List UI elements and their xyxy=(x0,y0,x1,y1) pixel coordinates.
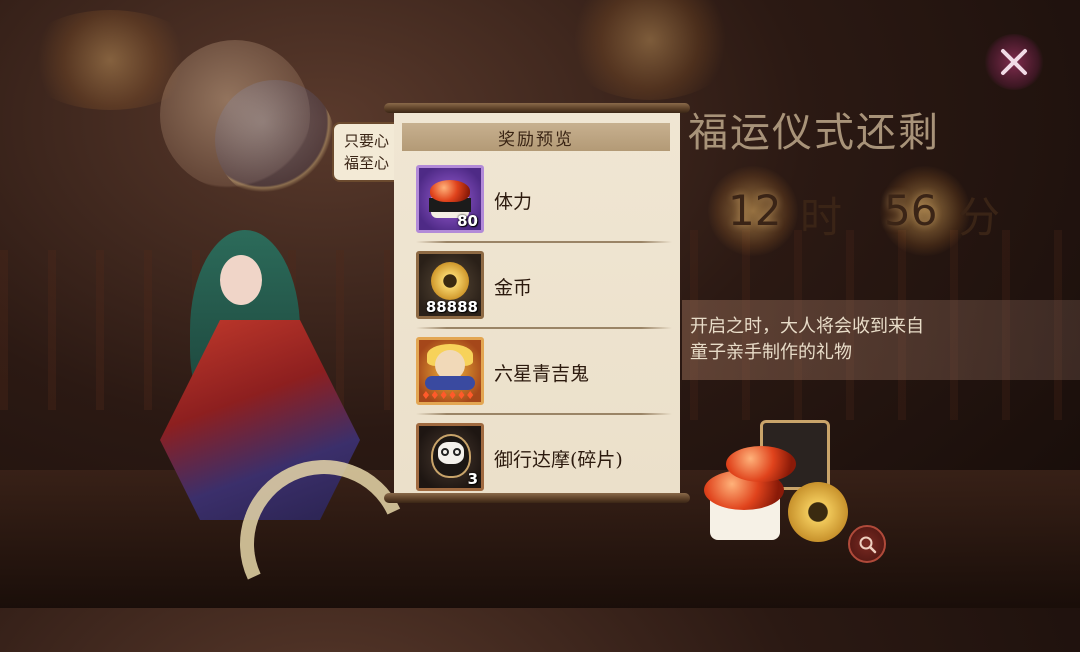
shikigami-portrait-icon: ♦♦♦♦♦♦ xyxy=(416,337,484,405)
daruma-icon: 3 xyxy=(416,423,484,491)
gold-coin-icon: 88888 xyxy=(416,251,484,319)
roe-illustration xyxy=(726,446,796,482)
popup-header: 奖励预览 xyxy=(402,123,670,151)
daruma-eye xyxy=(441,448,449,456)
reward-name: 御行达摩(碎片) xyxy=(494,449,623,471)
coin-illustration xyxy=(788,482,848,542)
reward-item-stamina[interactable]: 80 体力 xyxy=(394,157,680,243)
coin-shape xyxy=(431,262,469,300)
close-icon xyxy=(1001,49,1027,75)
event-description-line-1: 开启之时，大人将会收到来自 xyxy=(690,316,924,337)
reward-preview-popup: 奖励预览 80 体力 88888 金币 ♦♦♦♦♦♦ 六星青吉鬼 3 御行达摩(… xyxy=(384,103,690,503)
reward-list: 80 体力 88888 金币 ♦♦♦♦♦♦ 六星青吉鬼 3 御行达摩(碎片) xyxy=(394,157,680,501)
portrait-seal xyxy=(425,376,475,390)
countdown-minutes: 56 xyxy=(884,186,938,235)
event-title: 福运仪式还剩 xyxy=(688,110,940,156)
countdown-hours-unit: 时 xyxy=(800,193,843,242)
six-star-rating-icon: ♦♦♦♦♦♦ xyxy=(421,389,475,402)
popup-title: 奖励预览 xyxy=(498,129,574,150)
background-firework xyxy=(560,0,740,100)
reward-name: 六星青吉鬼 xyxy=(494,363,590,385)
popup-scroll-paper: 奖励预览 80 体力 88888 金币 ♦♦♦♦♦♦ 六星青吉鬼 3 御行达摩(… xyxy=(394,111,680,495)
character-bubble-orb xyxy=(215,80,335,200)
reward-item-shikigami[interactable]: ♦♦♦♦♦♦ 六星青吉鬼 xyxy=(394,329,680,415)
countdown-hours: 12 xyxy=(728,186,782,235)
reward-item-gold[interactable]: 88888 金币 xyxy=(394,243,680,329)
countdown-minutes-unit: 分 xyxy=(958,193,1001,242)
sushi-icon: 80 xyxy=(416,165,484,233)
daruma-eye xyxy=(453,448,461,456)
reward-quantity: 80 xyxy=(457,212,478,230)
event-description-line-2: 童子亲手制作的礼物 xyxy=(690,342,852,363)
countdown-timer: 12 时 56 分 xyxy=(700,166,1040,256)
reward-quantity: 3 xyxy=(467,470,478,488)
scroll-rod-top xyxy=(384,103,690,113)
close-button[interactable] xyxy=(984,34,1044,90)
preview-magnifier-button[interactable] xyxy=(848,525,886,563)
reward-item-daruma[interactable]: 3 御行达摩(碎片) xyxy=(394,415,680,501)
event-description: 开启之时，大人将会收到来自 童子亲手制作的礼物 xyxy=(690,314,924,366)
scroll-rod-bottom xyxy=(384,493,690,503)
reward-name: 体力 xyxy=(494,191,533,213)
reward-quantity: 88888 xyxy=(425,298,478,316)
character-face xyxy=(220,255,262,305)
reward-name: 金币 xyxy=(494,277,533,299)
magnifier-icon xyxy=(859,536,877,554)
sushi-roe xyxy=(430,180,470,202)
